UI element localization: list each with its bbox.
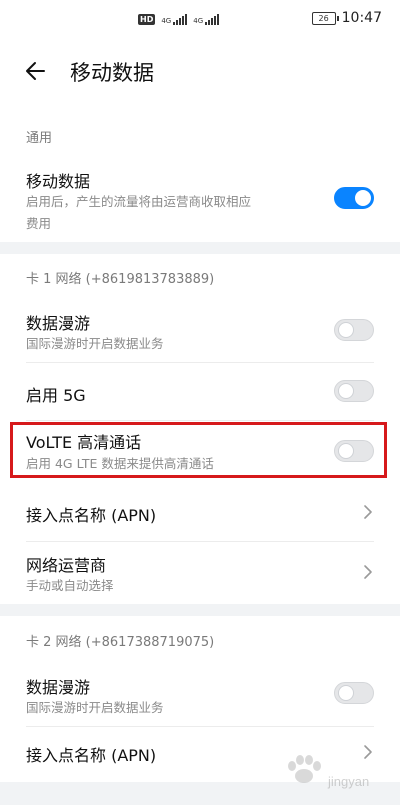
section-gap [0,242,400,254]
mobile-data-row[interactable]: 移动数据 启用后，产生的流量将由运营商收取相应 费用 [0,160,400,240]
mobile-data-subtitle-line1: 启用后，产生的流量将由运营商收取相应 [26,194,252,209]
card1-roaming-toggle[interactable] [334,319,374,341]
carrier-row[interactable]: 网络运营商 手动或自动选择 [0,542,400,602]
card1-roaming-row[interactable]: 数据漫游 国际漫游时开启数据业务 [0,298,400,360]
highlight-box [10,422,387,478]
sim2-signal-icon: 4G [193,14,220,25]
chevron-right-icon [364,565,372,579]
sim1-signal-icon: 4G [161,14,188,25]
card2-roaming-row[interactable]: 数据漫游 国际漫游时开启数据业务 [0,662,400,724]
battery-icon: 26 [311,11,339,25]
carrier-title: 网络运营商 [26,556,107,575]
divider [26,420,374,421]
app-header: 移动数据 [0,52,400,92]
mobile-data-title: 移动数据 [26,172,91,191]
enable-5g-row[interactable]: 启用 5G [0,364,400,418]
divider [26,362,374,363]
watermark-text: jingyan [328,774,370,789]
section-label-card2: 卡 2 网络 (+8617388719075) [26,635,215,650]
card1-apn-row[interactable]: 接入点名称 (APN) [0,484,400,540]
section-gap [0,604,400,616]
enable-5g-title: 启用 5G [26,386,86,405]
back-arrow-icon[interactable] [22,56,52,86]
card2-apn-title: 接入点名称 (APN) [26,746,157,765]
status-bar: HD 4G 4G 26 10:47 [0,0,400,42]
card1-roaming-subtitle: 国际漫游时开启数据业务 [26,336,164,351]
mobile-data-subtitle-line2: 费用 [26,216,52,231]
chevron-right-icon [364,505,372,519]
card1-apn-title: 接入点名称 (APN) [26,506,157,525]
enable-5g-toggle[interactable] [334,380,374,402]
card2-roaming-subtitle: 国际漫游时开启数据业务 [26,700,164,715]
card2-roaming-toggle[interactable] [334,682,374,704]
hd-badge: HD [138,14,156,25]
watermark: jingyan [282,754,392,794]
page-title: 移动数据 [70,61,154,85]
section-label-card1: 卡 1 网络 (+8619813783889) [26,272,215,287]
carrier-subtitle: 手动或自动选择 [26,578,114,593]
card1-roaming-title: 数据漫游 [26,314,91,333]
divider [26,726,374,727]
paw-logo-icon [288,755,321,783]
clock: 10:47 [341,10,382,26]
mobile-data-toggle[interactable] [334,187,374,209]
card2-roaming-title: 数据漫游 [26,678,91,697]
signal-indicators: HD 4G 4G [138,14,220,25]
section-label-general: 通用 [26,131,53,146]
